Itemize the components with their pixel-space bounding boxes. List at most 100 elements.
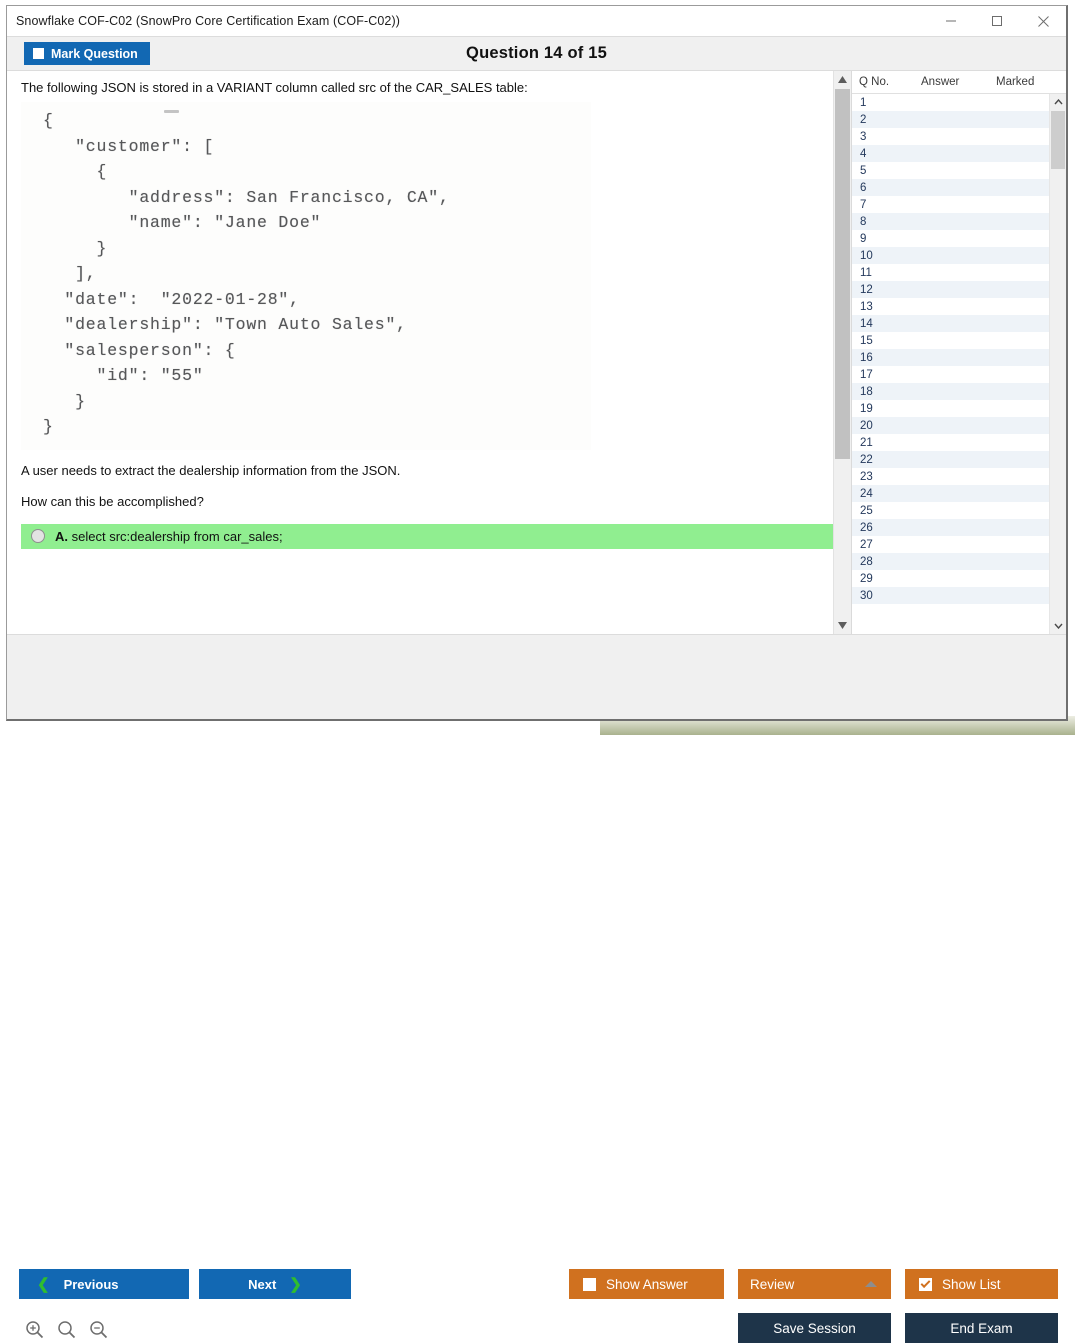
question-counter: Question 14 of 15 [7, 44, 1066, 63]
list-item[interactable]: 27 [852, 536, 1049, 553]
save-session-button[interactable]: Save Session [738, 1313, 891, 1343]
column-header-answer: Answer [921, 76, 996, 88]
list-item-number: 23 [852, 471, 911, 483]
zoom-in-icon[interactable] [25, 1320, 44, 1344]
list-item[interactable]: 12 [852, 281, 1049, 298]
list-item[interactable]: 4 [852, 145, 1049, 162]
zoom-out-icon[interactable] [89, 1320, 108, 1344]
end-exam-button[interactable]: End Exam [905, 1313, 1058, 1343]
scroll-up-icon[interactable] [834, 71, 851, 88]
question-pane-scrollbar[interactable] [833, 71, 851, 634]
list-item[interactable]: 26 [852, 519, 1049, 536]
list-item[interactable]: 24 [852, 485, 1049, 502]
list-item-number: 7 [852, 199, 911, 211]
minimize-icon[interactable] [928, 6, 974, 36]
list-scroll-thumb[interactable] [1051, 111, 1065, 169]
close-icon[interactable] [1020, 6, 1066, 36]
list-item-number: 20 [852, 420, 911, 432]
mark-question-button[interactable]: Mark Question [24, 42, 150, 65]
chevron-left-icon: ❮ [37, 1277, 50, 1292]
window-controls [928, 6, 1066, 36]
footer-toolbar: ❮ Previous Next ❯ Show Answer Review Sho… [7, 634, 1066, 719]
show-list-checkbox-icon [919, 1278, 932, 1291]
list-item[interactable]: 23 [852, 468, 1049, 485]
question-prompt-block: A user needs to extract the dealership i… [21, 462, 833, 510]
list-item[interactable]: 17 [852, 366, 1049, 383]
zoom-reset-icon[interactable] [57, 1320, 76, 1344]
list-item[interactable]: 19 [852, 400, 1049, 417]
list-item-number: 13 [852, 301, 911, 313]
question-list-panel: Q No. Answer Marked 12345678910111213141… [851, 71, 1066, 634]
previous-button-label: Previous [64, 1277, 119, 1292]
json-code-image: { "customer": [ { "address": San Francis… [21, 102, 591, 450]
list-item[interactable]: 18 [852, 383, 1049, 400]
question-statement-line2: How can this be accomplished? [21, 493, 833, 510]
list-item[interactable]: 5 [852, 162, 1049, 179]
list-item[interactable]: 25 [852, 502, 1049, 519]
radio-icon-a[interactable] [31, 529, 45, 543]
question-list-rows: 1234567891011121314151617181920212223242… [852, 94, 1049, 634]
question-list-scrollbar[interactable] [1049, 94, 1066, 634]
list-scroll-up-icon[interactable] [1050, 94, 1066, 110]
list-item-number: 16 [852, 352, 911, 364]
list-item-number: 11 [852, 267, 911, 279]
mark-question-checkbox-icon [33, 48, 44, 59]
save-session-label: Save Session [773, 1321, 856, 1336]
question-list-header: Q No. Answer Marked [852, 71, 1066, 94]
list-item[interactable]: 14 [852, 315, 1049, 332]
scroll-thumb[interactable] [835, 89, 850, 459]
list-item-number: 4 [852, 148, 911, 160]
review-dropdown[interactable]: Review [738, 1269, 891, 1299]
list-item[interactable]: 20 [852, 417, 1049, 434]
list-item-number: 5 [852, 165, 911, 177]
column-header-q-no: Q No. [852, 76, 921, 88]
question-intro-text: The following JSON is stored in a VARIAN… [21, 79, 833, 96]
list-item-number: 27 [852, 539, 911, 551]
next-button[interactable]: Next ❯ [199, 1269, 351, 1299]
answer-option-a-label: A. select src:dealership from car_sales; [55, 529, 283, 544]
show-list-button[interactable]: Show List [905, 1269, 1058, 1299]
list-item[interactable]: 30 [852, 587, 1049, 604]
list-item[interactable]: 8 [852, 213, 1049, 230]
exam-header-bar: Mark Question Question 14 of 15 [7, 36, 1066, 71]
previous-button[interactable]: ❮ Previous [19, 1269, 189, 1299]
show-answer-button[interactable]: Show Answer [569, 1269, 724, 1299]
list-item[interactable]: 6 [852, 179, 1049, 196]
list-item-number: 24 [852, 488, 911, 500]
list-item[interactable]: 9 [852, 230, 1049, 247]
zoom-toolbar [25, 1320, 108, 1344]
answer-option-a-text: select src:dealership from car_sales; [72, 529, 283, 544]
list-item[interactable]: 10 [852, 247, 1049, 264]
list-item-number: 17 [852, 369, 911, 381]
list-item-number: 1 [852, 97, 911, 109]
answer-option-a[interactable]: A. select src:dealership from car_sales; [21, 524, 833, 549]
list-item[interactable]: 28 [852, 553, 1049, 570]
list-item[interactable]: 3 [852, 128, 1049, 145]
list-item[interactable]: 15 [852, 332, 1049, 349]
list-item-number: 28 [852, 556, 911, 568]
list-item[interactable]: 21 [852, 434, 1049, 451]
list-item[interactable]: 2 [852, 111, 1049, 128]
window-title: Snowflake COF-C02 (SnowPro Core Certific… [7, 14, 400, 28]
list-item[interactable]: 7 [852, 196, 1049, 213]
list-scroll-down-icon[interactable] [1050, 618, 1066, 634]
list-item[interactable]: 13 [852, 298, 1049, 315]
exam-body: The following JSON is stored in a VARIAN… [7, 71, 1066, 634]
scan-artifact [164, 110, 179, 113]
list-item[interactable]: 11 [852, 264, 1049, 281]
list-item-number: 18 [852, 386, 911, 398]
chevron-right-icon: ❯ [289, 1277, 302, 1292]
list-item-number: 6 [852, 182, 911, 194]
list-item-number: 9 [852, 233, 911, 245]
maximize-icon[interactable] [974, 6, 1020, 36]
list-item[interactable]: 29 [852, 570, 1049, 587]
scroll-down-icon[interactable] [834, 617, 851, 634]
list-item[interactable]: 22 [852, 451, 1049, 468]
question-list-body: 1234567891011121314151617181920212223242… [852, 94, 1066, 634]
list-item[interactable]: 16 [852, 349, 1049, 366]
review-label: Review [750, 1277, 794, 1292]
next-button-label: Next [248, 1277, 276, 1292]
list-item-number: 8 [852, 216, 911, 228]
list-item-number: 14 [852, 318, 911, 330]
list-item[interactable]: 1 [852, 94, 1049, 111]
